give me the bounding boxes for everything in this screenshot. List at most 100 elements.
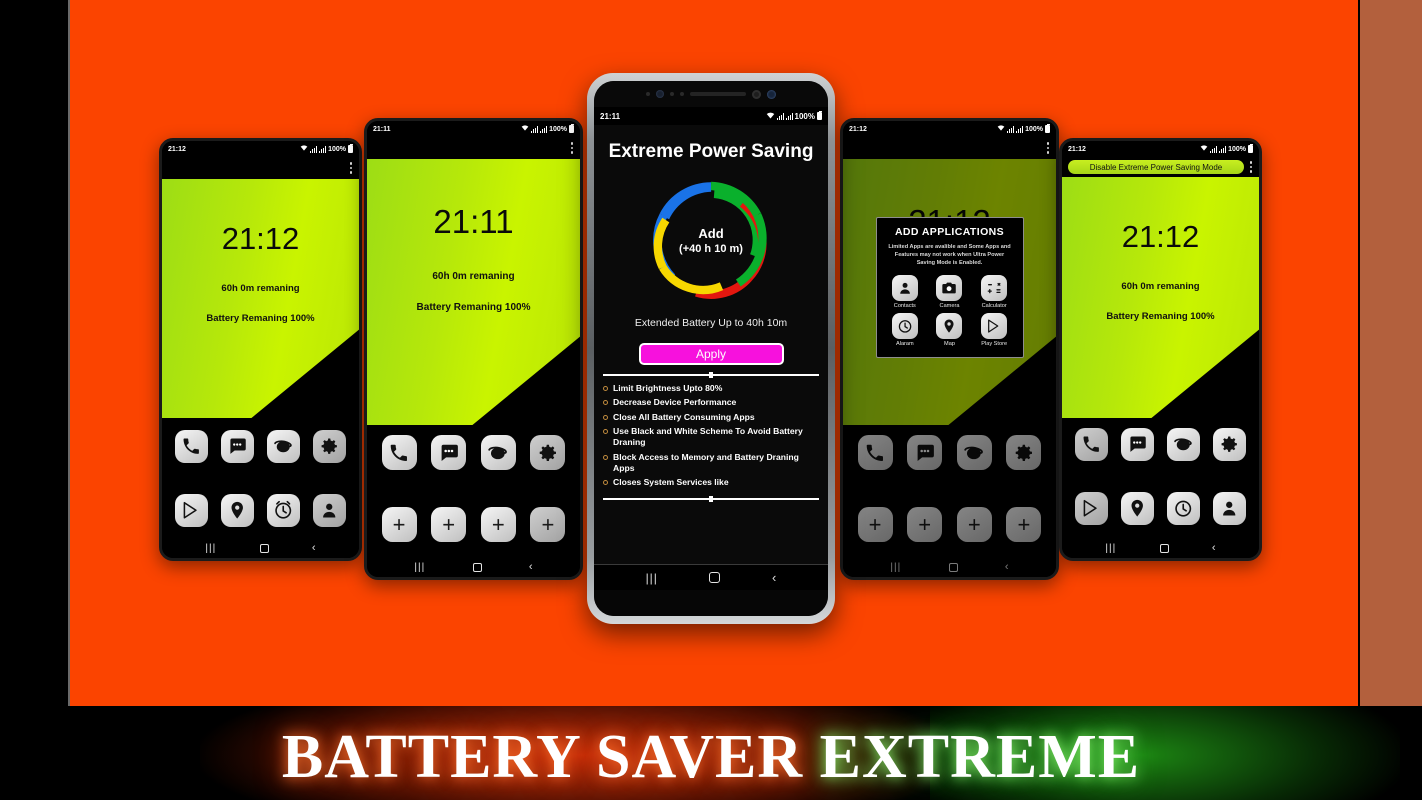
app-settings[interactable] [313, 430, 346, 463]
dialog-app-map[interactable]: Map [927, 313, 972, 347]
recents-button[interactable]: ||| [205, 543, 216, 554]
signal-icon-1 [1007, 125, 1015, 133]
home-button[interactable] [259, 543, 269, 553]
app-messages[interactable] [221, 430, 254, 463]
recents-button[interactable]: ||| [646, 571, 658, 585]
app-settings[interactable] [530, 435, 566, 470]
ring-center-label: Add (+40 h 10 m) [648, 177, 774, 303]
list-item: Close All Battery Consuming Apps [603, 412, 819, 423]
calculator-icon [981, 275, 1008, 302]
app-bar [843, 137, 1056, 159]
dialog-title: ADD APPLICATIONS [894, 226, 1005, 238]
add-app-slot[interactable]: + [431, 507, 467, 542]
app-clock[interactable] [1167, 492, 1200, 525]
dialog-app-camera[interactable]: Camera [927, 275, 972, 309]
dialog-app-label: Alaram [895, 341, 914, 348]
dialog-app-calculator[interactable]: Calculator [972, 275, 1017, 309]
signal-icon-2 [785, 112, 793, 120]
overflow-menu-icon[interactable] [1249, 161, 1252, 173]
iris-scanner-icon [752, 89, 761, 99]
app-row-1 [367, 435, 580, 470]
phone-notch [594, 81, 828, 107]
feature-text: Limit Brightness Upto 80% [613, 383, 723, 393]
divider-bottom [603, 497, 819, 500]
overflow-menu-icon[interactable] [349, 162, 352, 174]
overflow-menu-icon[interactable] [1046, 142, 1049, 154]
left-letterbox [0, 0, 68, 800]
recents-button[interactable]: ||| [414, 562, 425, 573]
disable-extreme-power-saving-button[interactable]: Disable Extreme Power Saving Mode [1068, 160, 1244, 174]
signal-icon-1 [531, 125, 539, 133]
bullet-icon [603, 480, 608, 486]
bullet-icon [603, 454, 608, 460]
app-playstore[interactable] [175, 494, 208, 527]
back-button[interactable]: ‹ [312, 542, 316, 554]
list-item: Closes System Services like [603, 477, 819, 488]
dialog-app-label: Map [944, 341, 955, 348]
feature-text: Use Black and White Scheme To Avoid Batt… [613, 426, 803, 448]
dialog-app-grid: Contacts Camera Calculator Alaram Map Pl… [883, 275, 1017, 347]
app-bar [367, 137, 580, 159]
battery-extension-ring: Add (+40 h 10 m) [648, 177, 774, 303]
app-messages[interactable] [1121, 428, 1154, 461]
status-time: 21:11 [600, 111, 621, 121]
app-maps[interactable] [1121, 492, 1154, 525]
dialog-app-alarm[interactable]: Alaram [883, 313, 928, 347]
home-button[interactable] [709, 572, 721, 583]
divider-top [603, 374, 819, 376]
overflow-menu-icon[interactable] [570, 142, 573, 154]
recents-button[interactable]: ||| [1105, 543, 1116, 554]
apply-button[interactable]: Apply [638, 343, 784, 365]
app-internet[interactable] [1167, 428, 1200, 461]
bullet-icon [603, 429, 608, 435]
back-button[interactable]: ‹ [1212, 542, 1216, 554]
add-app-slot[interactable]: + [480, 507, 516, 542]
dialog-app-label: Contacts [893, 303, 916, 310]
battery-icon [1045, 124, 1050, 133]
app-dock-area [1062, 418, 1259, 538]
app-messages[interactable] [431, 435, 467, 470]
battery-remaining: Battery Remaning 100% [1106, 311, 1215, 322]
sensor-dot [680, 92, 684, 96]
add-app-slot[interactable]: + [381, 507, 417, 542]
list-item: Decrease Device Performance [603, 397, 819, 408]
signal-icon-1 [776, 112, 784, 120]
add-app-slot[interactable]: + [530, 507, 566, 542]
status-time: 21:12 [168, 145, 186, 153]
app-clock[interactable] [267, 494, 300, 527]
app-bar: Disable Extreme Power Saving Mode [1062, 157, 1259, 177]
app-phone[interactable] [381, 435, 417, 470]
banner-title: BATTERY SAVER EXTREME [0, 722, 1422, 793]
signal-icon-1 [1210, 145, 1218, 153]
dialog-app-playstore[interactable]: Play Store [972, 313, 1017, 347]
app-contacts[interactable] [313, 494, 346, 527]
navigation-bar: ||| ‹ [162, 538, 359, 558]
app-phone[interactable] [175, 430, 208, 463]
wifi-icon [1200, 144, 1208, 154]
dialog-app-contacts[interactable]: Contacts [883, 275, 928, 309]
status-bar: 21:11 100% [594, 107, 828, 125]
app-contacts[interactable] [1213, 492, 1246, 525]
wifi-icon [521, 124, 529, 134]
battery-status-panel: 21:11 60h 0m remaning Battery Remaning 1… [367, 159, 580, 425]
signal-icon-1 [310, 145, 318, 153]
list-item: Limit Brightness Upto 80% [603, 383, 819, 394]
page-title: Extreme Power Saving [608, 141, 814, 162]
app-bar [162, 157, 359, 179]
app-phone[interactable] [1075, 428, 1108, 461]
phone-1: 21:12 100% 21:12 60h 0m remaning Battery… [159, 138, 362, 561]
home-button[interactable] [472, 562, 482, 572]
home-button[interactable] [1159, 543, 1169, 553]
app-internet[interactable] [480, 435, 516, 470]
app-playstore[interactable] [1075, 492, 1108, 525]
status-bar: 21:11 100% [367, 121, 580, 137]
status-time: 21:11 [373, 125, 391, 133]
time-remaining: 60h 0m remaning [1121, 281, 1200, 292]
back-button[interactable]: ‹ [529, 561, 533, 573]
app-internet[interactable] [267, 430, 300, 463]
navigation-bar: ||| ‹ [367, 557, 580, 577]
list-item: Block Access to Memory and Battery Drani… [603, 452, 819, 475]
back-button[interactable]: ‹ [772, 570, 776, 585]
app-maps[interactable] [221, 494, 254, 527]
app-settings[interactable] [1213, 428, 1246, 461]
